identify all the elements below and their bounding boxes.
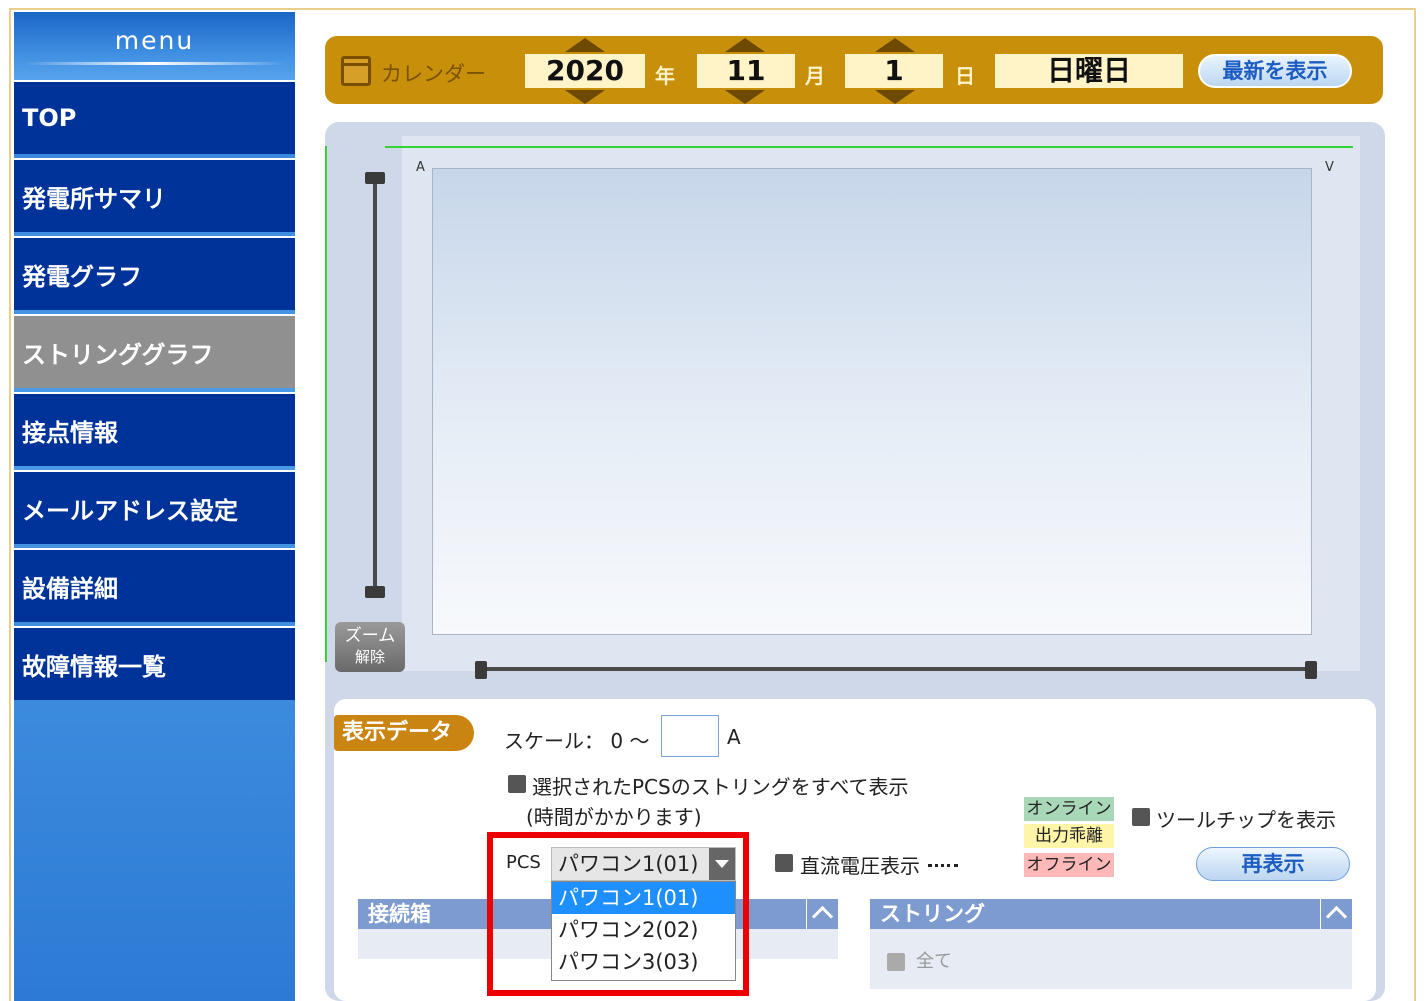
sidebar-item-fault-list[interactable]: 故障情報一覧 — [14, 626, 295, 700]
display-data-tag: 表示データ — [334, 715, 474, 751]
sidebar-item-label: 故障情報一覧 — [22, 652, 166, 681]
sidebar-item-label: 発電所サマリ — [22, 184, 166, 213]
year-field[interactable]: 2020 — [525, 54, 645, 88]
sidebar-item-label: TOP — [22, 104, 77, 132]
status-legend-online: オンライン — [1024, 797, 1114, 821]
day-up-arrow-icon[interactable] — [875, 38, 915, 52]
right-axis-unit: V — [1325, 160, 1334, 175]
status-legend-offline: オフライン — [1024, 853, 1114, 877]
menu-title: menu — [114, 26, 195, 55]
calendar-bar: カレンダー 2020 年 11 月 1 日 日曜日 最新を表示 — [325, 36, 1383, 104]
string-all-checkbox[interactable] — [887, 953, 905, 971]
day-down-arrow-icon[interactable] — [875, 90, 915, 104]
horizontal-slider-right-handle[interactable] — [1305, 661, 1317, 679]
month-down-arrow-icon[interactable] — [725, 90, 765, 104]
graph-top-border — [385, 146, 1353, 148]
show-all-strings-note: (時間がかかります) — [526, 805, 702, 829]
highlight-annotation-box — [487, 832, 749, 996]
month-up-arrow-icon[interactable] — [725, 38, 765, 52]
year-up-arrow-icon[interactable] — [565, 38, 605, 52]
junction-box-collapse-icon[interactable] — [806, 899, 838, 929]
day-unit: 日 — [955, 64, 975, 88]
dc-voltage-label: 直流電圧表示 — [800, 854, 920, 878]
sidebar-item-label: メールアドレス設定 — [22, 496, 238, 525]
sidebar-item-label: 接点情報 — [22, 418, 118, 447]
tooltip-label: ツールチップを表示 — [1156, 808, 1336, 832]
vertical-slider-bottom-handle[interactable] — [365, 586, 385, 598]
year-down-arrow-icon[interactable] — [565, 90, 605, 104]
plot-area[interactable] — [432, 168, 1312, 635]
string-collapse-icon[interactable] — [1320, 899, 1352, 929]
sidebar-item-label: 発電グラフ — [22, 262, 142, 291]
sidebar-item-label: 設備詳細 — [22, 574, 118, 603]
dc-voltage-checkbox[interactable] — [775, 854, 793, 872]
sidebar-item-equipment-details[interactable]: 設備詳細 — [14, 548, 295, 622]
zoom-reset-sublabel: 解除 — [354, 648, 385, 666]
vertical-slider-top-handle[interactable] — [365, 172, 385, 184]
sidebar-item-email-settings[interactable]: メールアドレス設定 — [14, 470, 295, 544]
year-unit: 年 — [655, 64, 675, 88]
calendar-label: カレンダー — [381, 62, 486, 86]
tooltip-checkbox[interactable] — [1132, 808, 1150, 826]
scale-max-input[interactable] — [661, 715, 719, 757]
horizontal-zoom-slider[interactable] — [481, 667, 1315, 671]
menu-swoosh-decoration — [24, 62, 285, 65]
status-legend-output-deviation: 出力乖離 — [1024, 824, 1114, 848]
vertical-zoom-slider[interactable] — [373, 178, 377, 592]
string-all-label: 全て — [916, 951, 952, 972]
sidebar-item-generation-graph[interactable]: 発電グラフ — [14, 236, 295, 310]
sidebar: menu TOP 発電所サマリ 発電グラフ ストリンググラフ 接点情報 メールア… — [14, 12, 295, 1001]
month-unit: 月 — [805, 64, 825, 88]
sidebar-item-label: ストリンググラフ — [22, 340, 214, 369]
sidebar-item-string-graph[interactable]: ストリンググラフ — [14, 314, 295, 388]
scale-label: スケール： 0 ～ — [504, 729, 650, 753]
redisplay-button[interactable]: 再表示 — [1196, 847, 1350, 881]
day-field[interactable]: 1 — [845, 54, 943, 88]
calendar-icon[interactable] — [341, 56, 371, 86]
display-data-panel: 表示データ スケール： 0 ～ A 選択されたPCSのストリングをすべて表示 (… — [334, 699, 1376, 1001]
left-axis-unit: A — [416, 160, 425, 175]
string-header: ストリング — [870, 899, 1352, 929]
sidebar-item-top[interactable]: TOP — [14, 80, 295, 154]
month-field[interactable]: 11 — [697, 54, 795, 88]
dc-voltage-line-sample — [928, 864, 958, 867]
horizontal-slider-left-handle[interactable] — [475, 661, 487, 679]
sidebar-item-plant-summary[interactable]: 発電所サマリ — [14, 158, 295, 232]
show-all-strings-checkbox[interactable] — [508, 775, 526, 793]
weekday-display: 日曜日 — [995, 54, 1183, 88]
sidebar-item-contact-info[interactable]: 接点情報 — [14, 392, 295, 466]
graph-left-border — [325, 146, 327, 662]
menu-header: menu — [14, 12, 295, 82]
show-all-strings-label: 選択されたPCSのストリングをすべて表示 — [532, 775, 909, 799]
zoom-reset-button[interactable]: ズーム 解除 — [335, 622, 405, 672]
show-latest-button[interactable]: 最新を表示 — [1198, 54, 1352, 88]
scale-unit: A — [727, 725, 741, 749]
zoom-reset-label: ズーム — [344, 626, 396, 646]
